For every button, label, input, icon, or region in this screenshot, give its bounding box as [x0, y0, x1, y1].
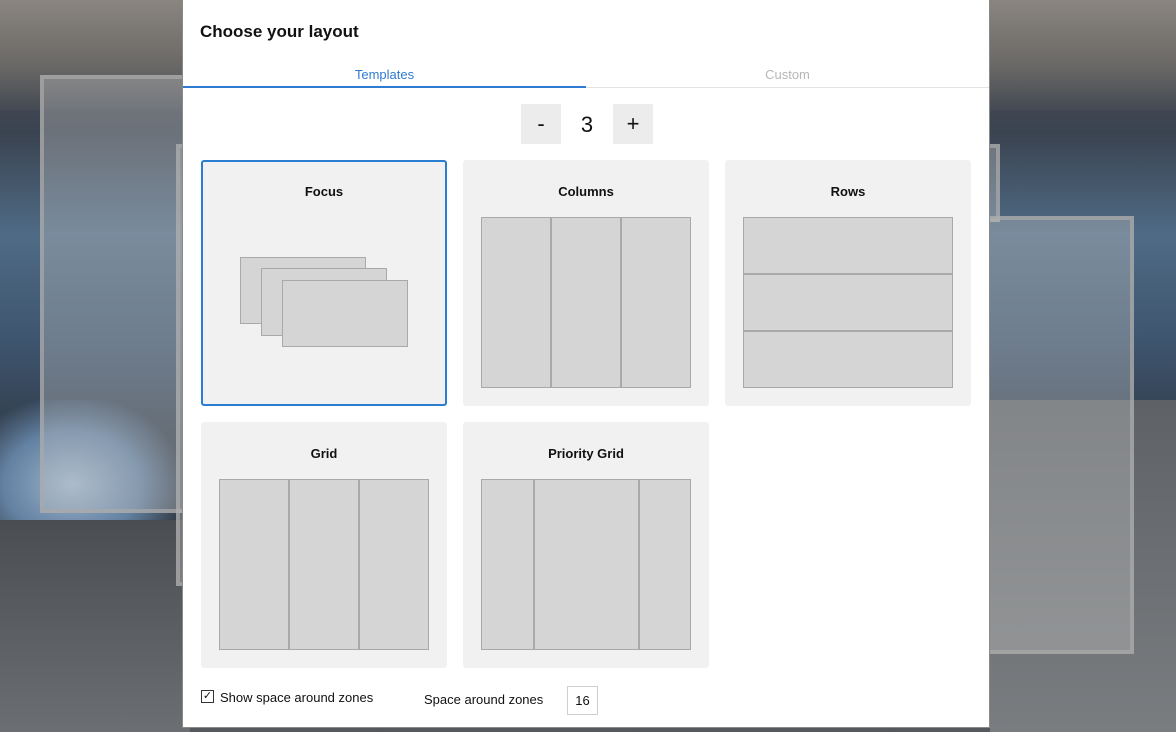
tab-templates[interactable]: Templates — [183, 64, 586, 88]
columns-zone-preview — [481, 217, 691, 388]
priority-grid-zone-preview — [481, 479, 691, 650]
increment-button[interactable]: + — [613, 104, 653, 144]
zone-divider — [550, 218, 552, 387]
grid-zone-preview — [219, 479, 429, 650]
template-card-focus[interactable]: Focus — [201, 160, 447, 406]
zone-count-value: 3 — [580, 112, 594, 137]
space-around-label: Space around zones — [424, 692, 544, 707]
zone-count-stepper: - 3 + — [521, 104, 653, 144]
template-label: Grid — [310, 446, 338, 461]
decrement-button[interactable]: - — [521, 104, 561, 144]
template-card-priority-grid[interactable]: Priority Grid — [463, 422, 709, 668]
zone-preview-overlay — [986, 216, 1134, 654]
layout-editor-dialog: Choose your layout Templates Custom - 3 … — [182, 0, 990, 728]
zone-divider — [288, 480, 290, 649]
space-around-input[interactable] — [567, 686, 598, 715]
template-card-grid[interactable]: Grid — [201, 422, 447, 668]
show-space-checkbox[interactable]: ✓ — [201, 690, 214, 703]
dialog-title: Choose your layout — [200, 22, 359, 41]
template-card-rows[interactable]: Rows — [725, 160, 971, 406]
zone-preview-overlay — [40, 75, 188, 513]
template-label: Focus — [304, 184, 344, 199]
tab-bar: Templates Custom — [183, 64, 989, 88]
zone-divider — [533, 480, 535, 649]
zone-divider — [638, 480, 640, 649]
desktop-wallpaper-sand — [0, 520, 190, 732]
zone-divider — [744, 273, 952, 275]
spacing-options: ✓ Show space around zones Space around z… — [183, 686, 989, 716]
rows-zone-preview — [743, 217, 953, 388]
zone-divider — [620, 218, 622, 387]
template-label: Rows — [830, 184, 866, 199]
focus-zone-preview — [282, 280, 408, 347]
zone-divider — [744, 330, 952, 332]
show-space-label: Show space around zones — [220, 690, 374, 705]
tab-custom[interactable]: Custom — [586, 64, 989, 86]
template-label: Columns — [558, 184, 614, 199]
template-card-columns[interactable]: Columns — [463, 160, 709, 406]
zone-divider — [358, 480, 360, 649]
template-label: Priority Grid — [548, 446, 624, 461]
